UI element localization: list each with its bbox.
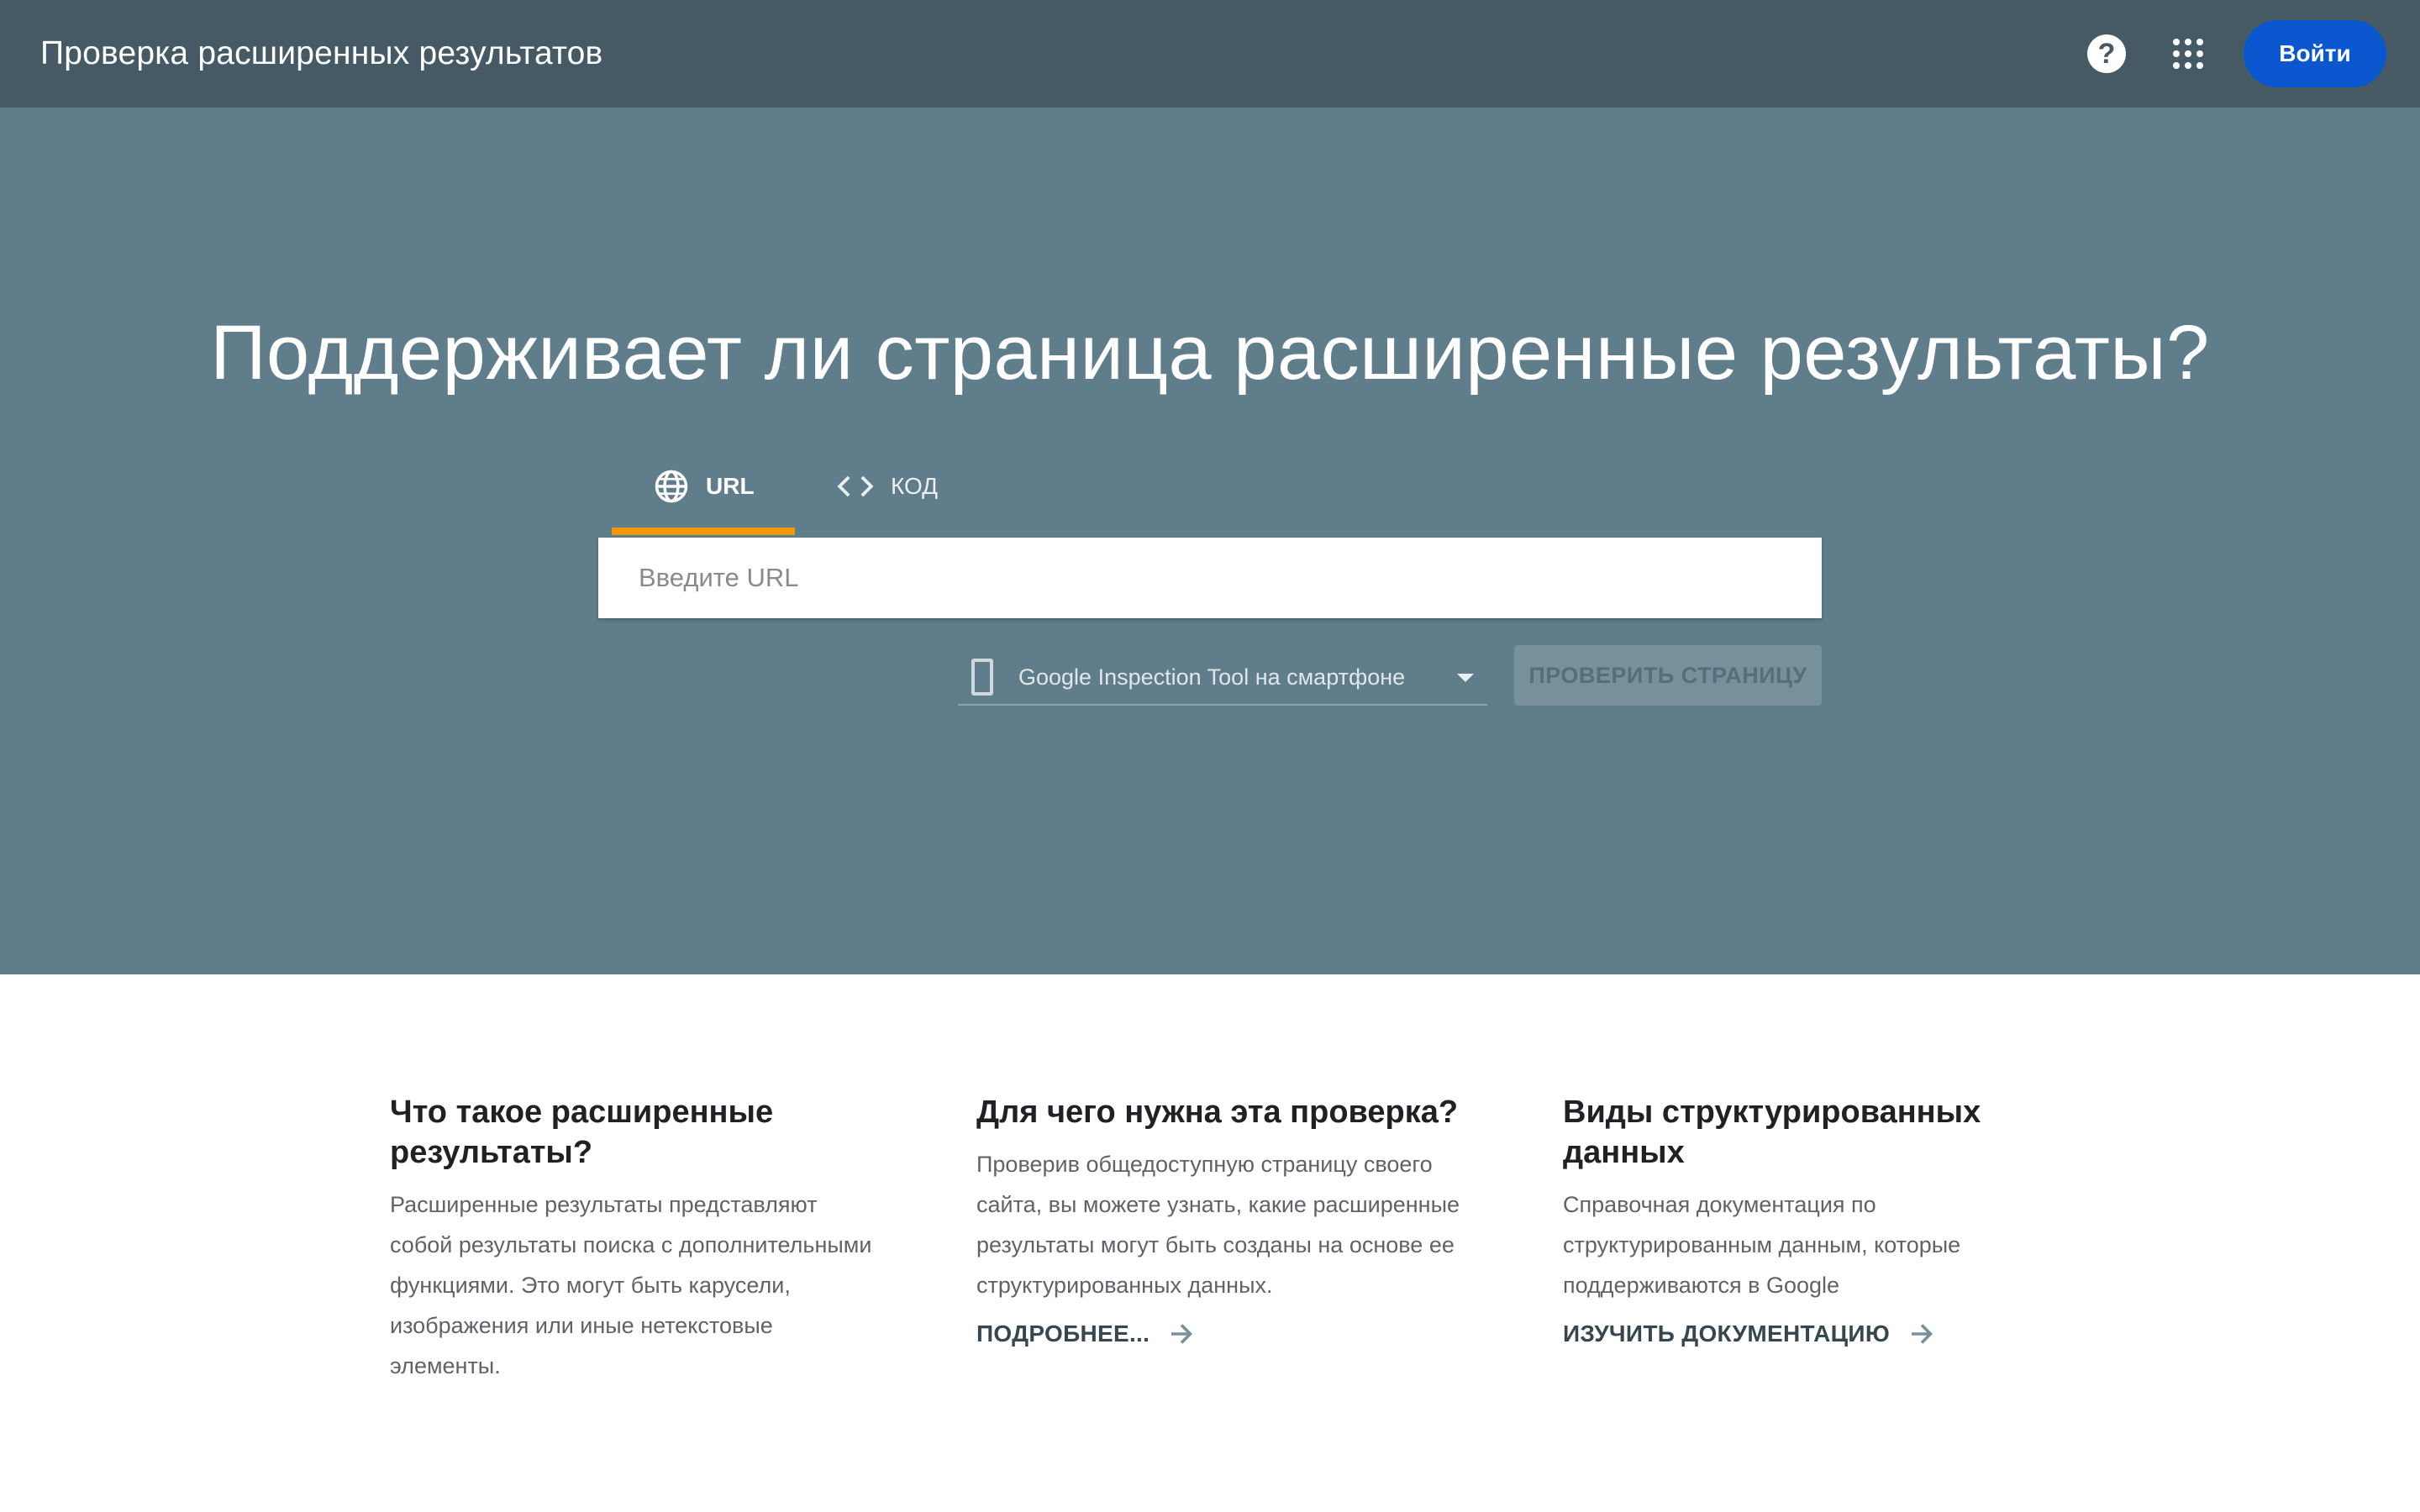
explore-docs-link[interactable]: ИЗУЧИТЬ ДОКУМЕНТАЦИЮ [1563, 1319, 1937, 1349]
app-title: Проверка расширенных результатов [40, 35, 603, 71]
globe-icon [655, 470, 688, 503]
info-card-structured-data-types: Виды структурированных данных Справочная… [1563, 1092, 2050, 1349]
learn-more-link[interactable]: ПОДРОБНЕЕ... [976, 1319, 1197, 1349]
hero-section: Поддерживает ли страница расширенные рез… [0, 108, 2420, 974]
info-card-what-are-rich-results: Что такое расширенные результаты? Расшир… [390, 1092, 877, 1386]
info-title: Что такое расширенные результаты? [390, 1095, 774, 1170]
user-agent-value: Google Inspection Tool на смартфоне [1018, 664, 1406, 690]
help-icon[interactable]: ? [2087, 34, 2126, 73]
dropdown-arrow-icon [1457, 674, 1474, 682]
user-agent-select[interactable]: Google Inspection Tool на смартфоне [958, 648, 1487, 706]
arrow-right-icon [1171, 1324, 1193, 1344]
tab-url[interactable]: URL [612, 460, 795, 512]
tab-url-label: URL [706, 473, 755, 499]
explore-docs-label: ИЗУЧИТЬ ДОКУМЕНТАЦИЮ [1563, 1320, 1890, 1347]
info-card-why-test: Для чего нужна эта проверка? Проверив об… [976, 1092, 1464, 1349]
info-text: Справочная документация по структурирова… [1563, 1192, 1961, 1298]
hero-title: Поддерживает ли страница расширенные рез… [210, 310, 2210, 396]
smartphone-icon [971, 659, 993, 696]
url-input[interactable] [598, 538, 1822, 618]
tab-selected-indicator [612, 528, 795, 535]
info-title: Для чего нужна эта проверка? [976, 1095, 1459, 1130]
tab-code-label: КОД [891, 473, 939, 499]
tab-code[interactable]: КОД [832, 460, 975, 512]
test-page-button[interactable]: ПРОВЕРИТЬ СТРАНИЦУ [1514, 645, 1822, 706]
top-app-bar: Проверка расширенных результатов ? Войти [0, 0, 2420, 108]
learn-more-label: ПОДРОБНЕЕ... [976, 1320, 1150, 1347]
info-text: Расширенные результаты представляют собо… [390, 1192, 872, 1378]
arrow-right-icon [1912, 1324, 1933, 1344]
signin-button[interactable]: Войти [2244, 20, 2386, 87]
info-title: Виды структурированных данных [1563, 1095, 1981, 1170]
code-icon [837, 475, 874, 497]
info-text: Проверив общедоступную страницу своего с… [976, 1152, 1460, 1298]
apps-grid-icon[interactable] [2173, 39, 2203, 69]
